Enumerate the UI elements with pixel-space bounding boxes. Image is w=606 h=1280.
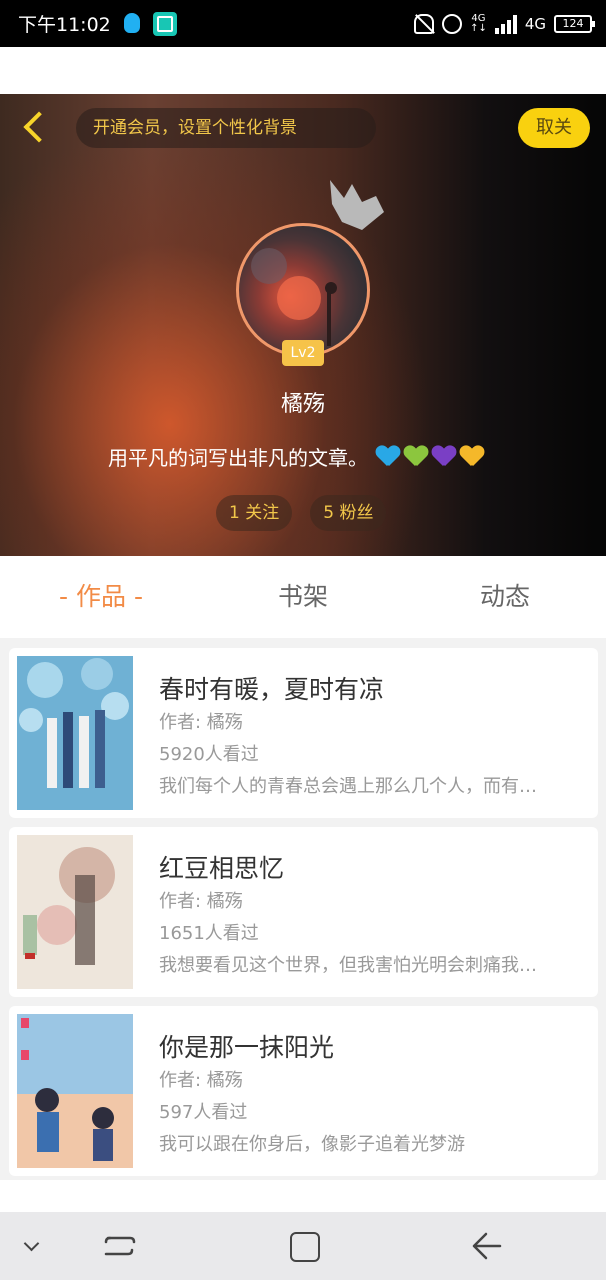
book-cover [17, 835, 133, 989]
mobile-data-arrows: ↑↓ [470, 22, 487, 34]
followers-count[interactable]: 5 粉丝 [310, 495, 387, 531]
top-spacer [0, 47, 606, 94]
book-views: 597人看过 [159, 1102, 248, 1123]
book-author: 作者: 橘殇 [159, 712, 243, 733]
signal-icon [494, 14, 517, 34]
purple-heart-icon [432, 446, 456, 468]
qq-icon [121, 12, 143, 36]
tab-works[interactable]: - 作品 - [0, 556, 202, 638]
book-cover [17, 1014, 133, 1168]
bell-off-icon [414, 13, 435, 34]
book-views: 5920人看过 [159, 744, 259, 765]
back-arrow-icon[interactable] [16, 110, 52, 146]
battery-icon: 124 [554, 14, 595, 33]
book-card[interactable]: 春时有暖，夏时有凉 作者: 橘殇 5920人看过 我们每个人的青春总会遇上那么几… [9, 648, 598, 818]
bio-text: 用平凡的词写出非凡的文章。 [108, 446, 368, 470]
book-description: 我们每个人的青春总会遇上那么几个人，而有… [159, 776, 537, 797]
book-cover [17, 656, 133, 810]
battery-level: 124 [562, 17, 584, 30]
book-title: 春时有暖，夏时有凉 [159, 675, 385, 704]
book-description: 我可以跟在你身后，像影子追着光梦游 [159, 1134, 465, 1155]
alarm-icon [442, 13, 463, 34]
profile-stats: 1 关注 5 粉丝 [216, 495, 387, 531]
vip-banner[interactable]: 开通会员，设置个性化背景 [76, 108, 376, 148]
mobile-data-indicator: 4G ↑↓ [470, 13, 487, 34]
chevron-down-icon[interactable] [16, 1226, 56, 1266]
recent-apps-icon[interactable] [100, 1226, 140, 1266]
book-card[interactable]: 红豆相思忆 作者: 橘殇 1651人看过 我想要看见这个世界，但我害怕光明会刺痛… [9, 827, 598, 997]
bio: 用平凡的词写出非凡的文章。 [108, 442, 484, 471]
blue-heart-icon [376, 446, 400, 468]
level-badge: Lv2 [282, 340, 324, 366]
home-icon[interactable] [284, 1226, 324, 1266]
book-views: 1651人看过 [159, 923, 259, 944]
bottom-spacer [0, 1180, 606, 1212]
navigation-bar [0, 1212, 606, 1280]
book-description: 我想要看见这个世界，但我害怕光明会刺痛我… [159, 955, 537, 976]
status-bar: 下午11:02 4G ↑↓ 4G 124 [0, 0, 606, 47]
username: 橘殇 [280, 392, 325, 417]
avatar[interactable] [236, 223, 370, 357]
book-author: 作者: 橘殇 [159, 1070, 243, 1091]
avatar-image [251, 248, 337, 346]
yellow-heart-icon [460, 446, 484, 468]
tab-bookshelf[interactable]: 书架 [202, 556, 404, 638]
book-title: 红豆相思忆 [159, 854, 285, 883]
book-title: 你是那一抹阳光 [159, 1033, 335, 1062]
profile-header: 开通会员，设置个性化背景 取关 Lv2 橘殇 用平凡的词写出非凡的文章。 1 关… [0, 94, 606, 556]
status-time: 下午11:02 [18, 14, 111, 36]
scan-icon [152, 11, 177, 36]
book-card[interactable]: 你是那一抹阳光 作者: 橘殇 597人看过 我可以跟在你身后，像影子追着光梦游 [9, 1006, 598, 1176]
unfollow-button[interactable]: 取关 [518, 108, 590, 148]
back-nav-icon[interactable] [466, 1226, 506, 1266]
green-heart-icon [404, 446, 428, 468]
network-type: 4G [524, 14, 546, 33]
book-author: 作者: 橘殇 [159, 891, 243, 912]
following-count[interactable]: 1 关注 [216, 495, 293, 531]
tab-activity[interactable]: 动态 [404, 556, 606, 638]
tab-bar: - 作品 - 书架 动态 [0, 556, 606, 638]
